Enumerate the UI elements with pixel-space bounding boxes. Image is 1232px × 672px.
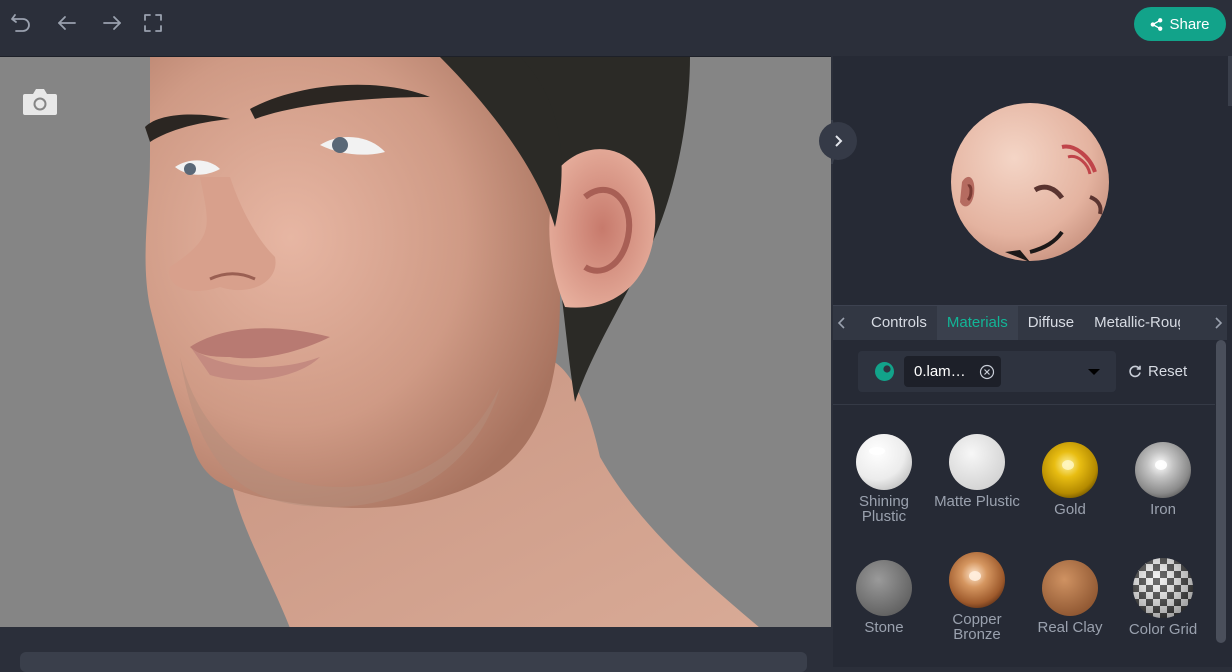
collapse-panel-button[interactable] xyxy=(819,122,857,160)
material-label: Shining Plustic xyxy=(858,493,910,525)
material-color-grid[interactable]: Color Grid xyxy=(1118,557,1208,637)
tabs-scroll-left-button[interactable] xyxy=(833,306,851,340)
reset-label: Reset xyxy=(1148,362,1188,380)
visibility-toggle-icon[interactable] xyxy=(875,362,894,381)
back-arrow-icon[interactable] xyxy=(54,10,80,36)
chevron-right-icon xyxy=(1215,317,1223,329)
panel-tabs: Controls Materials Diffuse Metallic-Roug… xyxy=(833,305,1227,340)
checker-sphere-icon xyxy=(1133,558,1193,618)
material-label: Iron xyxy=(1150,501,1176,518)
gold-sphere-icon xyxy=(1042,442,1098,498)
share-label: Share xyxy=(1169,15,1210,33)
material-label: Matte Plustic xyxy=(934,493,1020,510)
tab-metallic-roughness[interactable]: Metallic-Roughness xyxy=(1084,306,1180,340)
iron-sphere-icon xyxy=(1135,442,1191,498)
reset-button[interactable]: Reset xyxy=(1128,360,1187,382)
shining-plastic-sphere-icon xyxy=(856,434,912,490)
panel-scrollbar[interactable] xyxy=(1216,340,1226,643)
material-copper-bronze[interactable]: Copper Bronze xyxy=(932,551,1022,642)
chevron-down-icon[interactable] xyxy=(1086,364,1102,380)
share-button[interactable]: Share xyxy=(1134,7,1226,41)
material-label: Copper Bronze xyxy=(952,611,1002,643)
bottom-timeline-bar[interactable] xyxy=(20,652,807,672)
material-selector[interactable]: 0.lam… xyxy=(858,351,1116,392)
material-real-clay[interactable]: Real Clay xyxy=(1025,559,1115,635)
top-toolbar: Share xyxy=(0,0,1232,56)
panel-edge xyxy=(1228,56,1232,106)
forward-arrow-icon[interactable] xyxy=(99,10,125,36)
refresh-icon xyxy=(1129,365,1141,378)
clay-sphere-icon xyxy=(1042,560,1098,616)
head-model-render xyxy=(145,57,760,628)
chevron-right-icon xyxy=(835,135,843,147)
material-stone[interactable]: Stone xyxy=(839,559,929,635)
material-iron[interactable]: Iron xyxy=(1118,441,1208,517)
material-shining-plustic[interactable]: Shining Plustic xyxy=(839,433,929,524)
tab-materials[interactable]: Materials xyxy=(936,306,1018,340)
selected-material-chip[interactable]: 0.lam… xyxy=(904,356,1001,387)
matte-plastic-sphere-icon xyxy=(949,434,1005,490)
material-preview-sphere xyxy=(951,103,1109,262)
share-icon xyxy=(1151,17,1163,31)
close-icon[interactable] xyxy=(979,364,995,380)
material-matte-plustic[interactable]: Matte Plustic xyxy=(932,433,1022,509)
camera-icon[interactable] xyxy=(22,87,58,117)
stone-sphere-icon xyxy=(856,560,912,616)
tab-controls[interactable]: Controls xyxy=(861,306,937,340)
selected-material-label: 0.lam… xyxy=(914,363,966,380)
material-label: Gold xyxy=(1054,501,1086,518)
material-label: Real Clay xyxy=(1037,619,1103,636)
tab-diffuse[interactable]: Diffuse xyxy=(1018,306,1084,340)
undo-icon[interactable] xyxy=(8,10,34,36)
tabs-scroll-right-button[interactable] xyxy=(1209,306,1227,340)
chevron-left-icon xyxy=(837,317,845,329)
3d-viewport[interactable] xyxy=(0,56,831,628)
material-label: Color Grid xyxy=(1128,621,1198,638)
copper-sphere-icon xyxy=(949,552,1005,608)
material-label: Stone xyxy=(864,619,904,636)
tab-list: Controls Materials Diffuse Metallic-Roug… xyxy=(861,306,1209,340)
panel-divider xyxy=(833,404,1215,405)
material-gold[interactable]: Gold xyxy=(1025,441,1115,517)
fullscreen-icon[interactable] xyxy=(140,10,166,36)
